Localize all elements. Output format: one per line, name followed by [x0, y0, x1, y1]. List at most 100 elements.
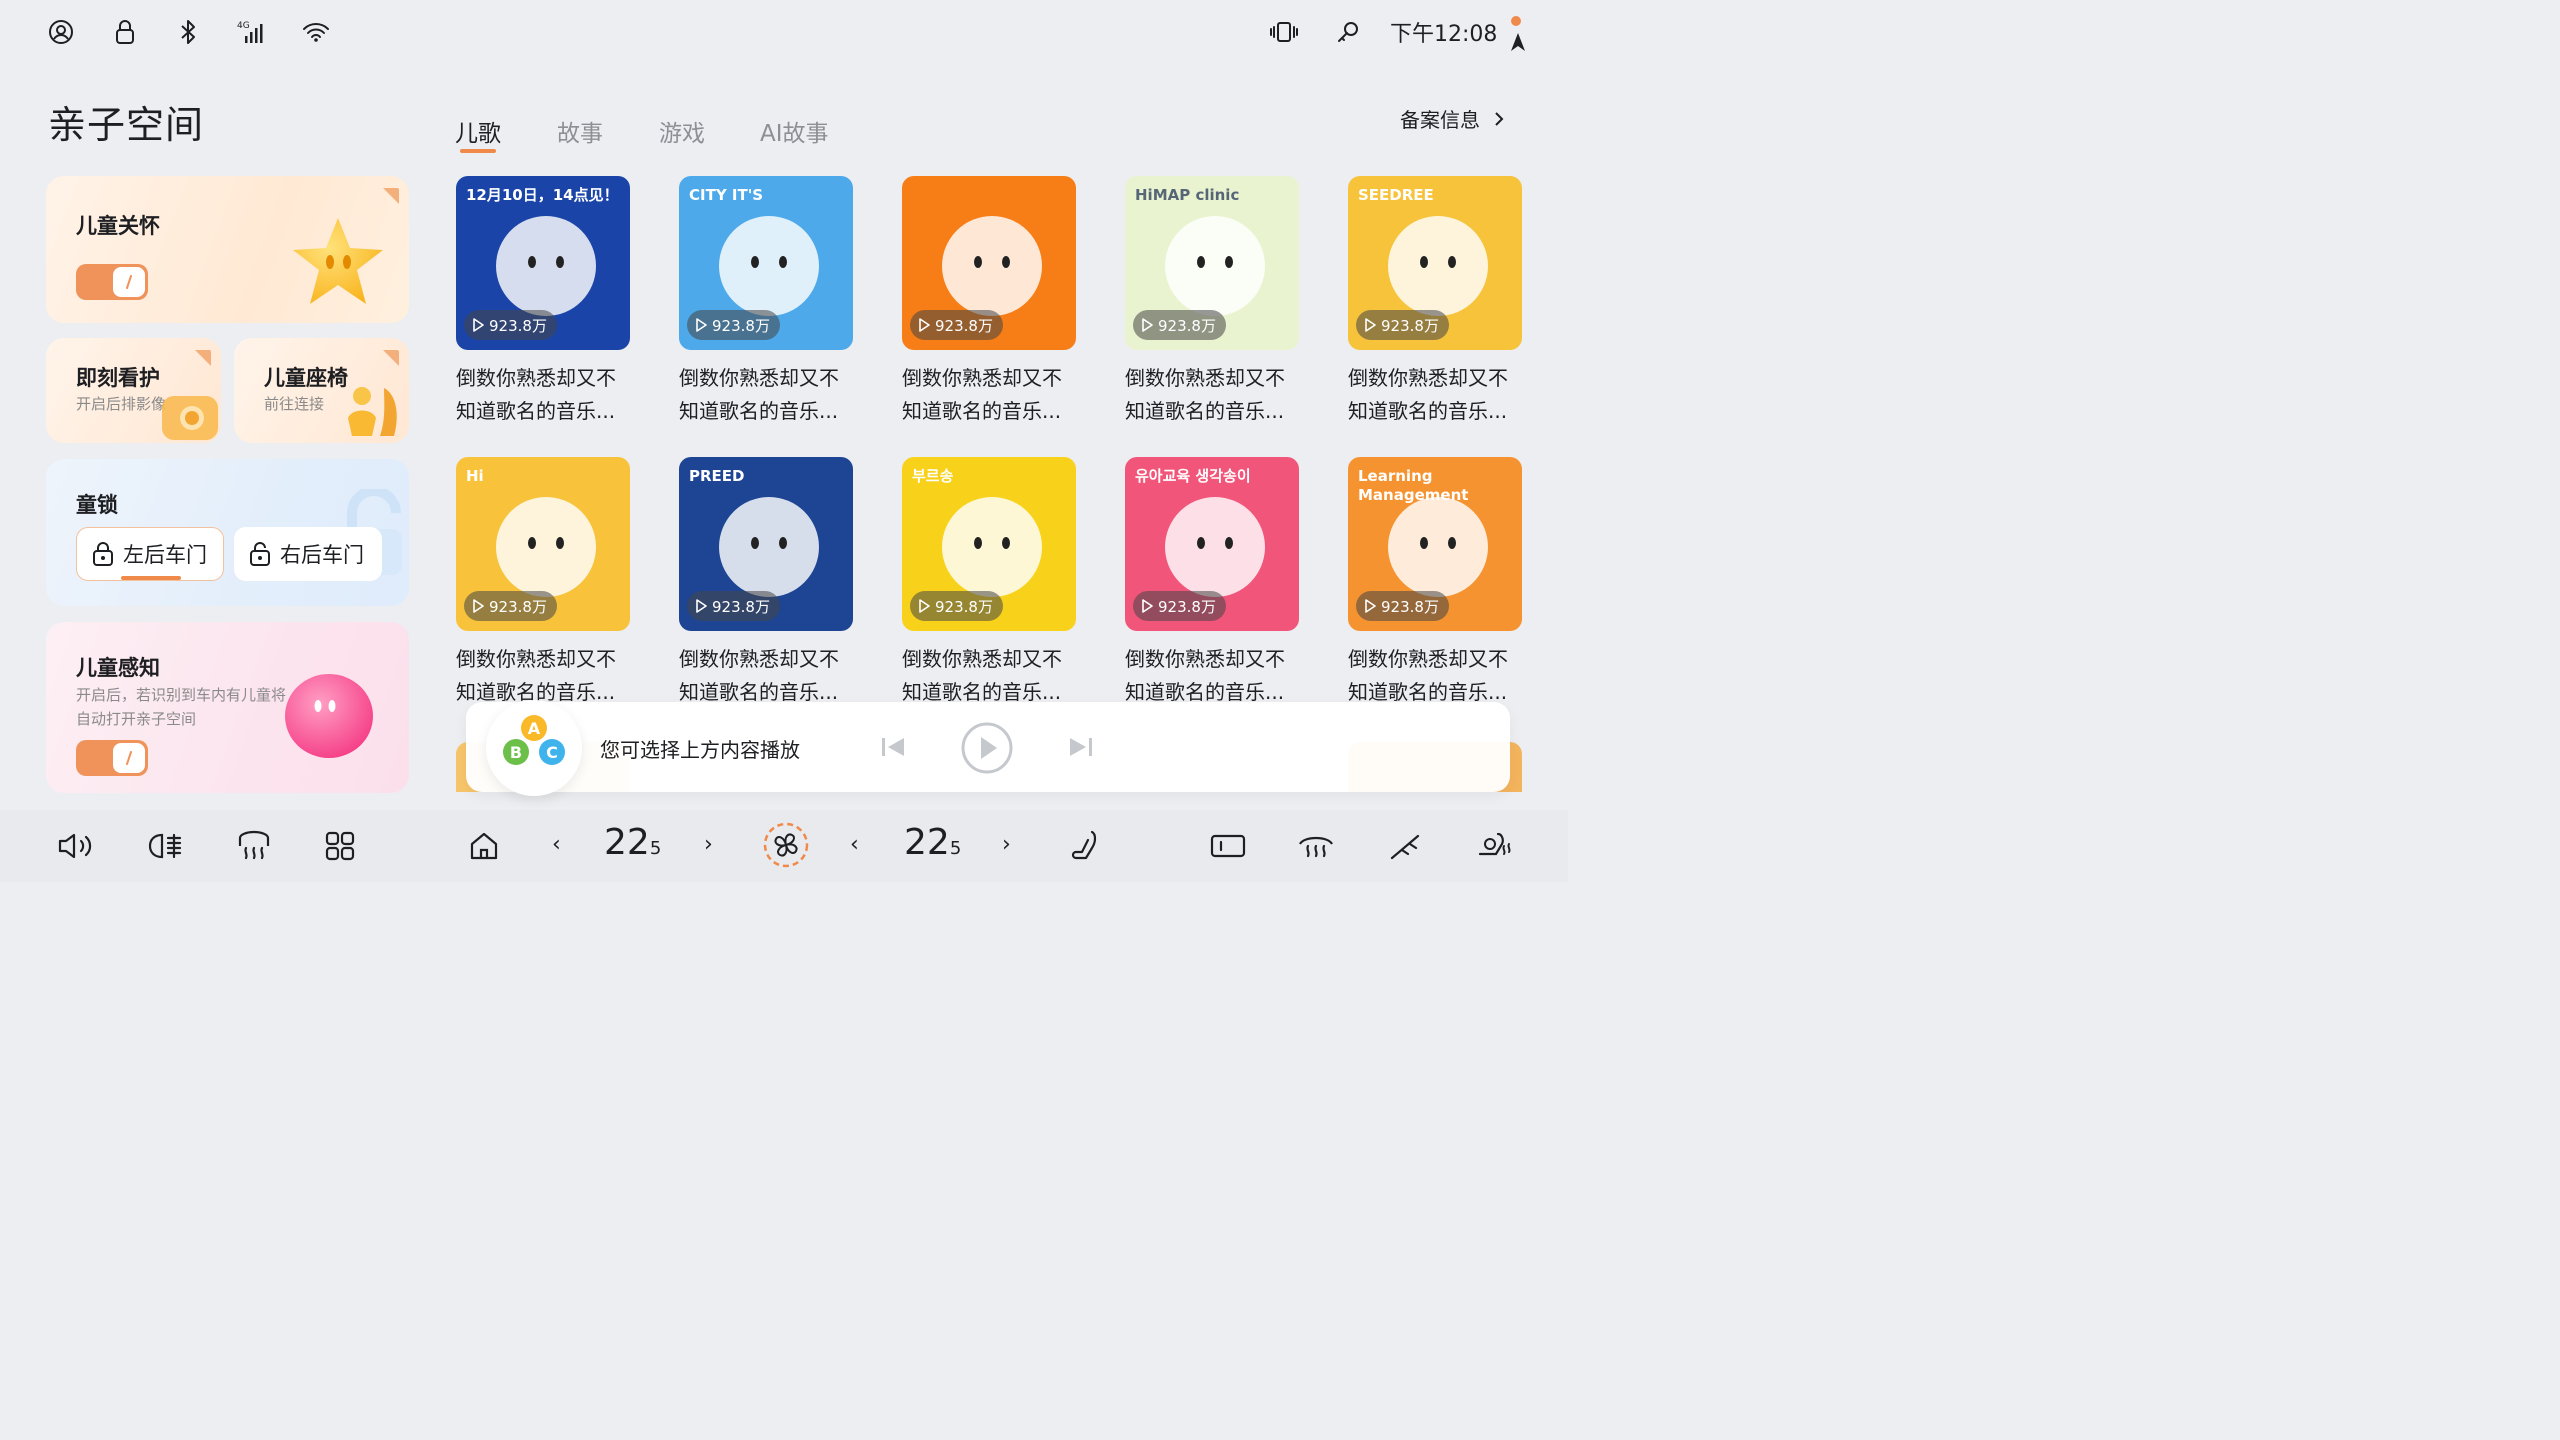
media-title[interactable]: 倒数你熟悉却又不知道歌名的音乐... — [1348, 643, 1522, 709]
headlight-icon[interactable] — [144, 826, 188, 866]
seat-heat-icon[interactable] — [1472, 826, 1516, 866]
cover-art[interactable]: 923.8万 — [902, 176, 1076, 350]
media-tile[interactable]: CITY IT'S 923.8万倒数你熟悉却又不知道歌名的音乐... — [679, 176, 853, 428]
cover-art[interactable]: SEEDREE 923.8万 — [1348, 176, 1522, 350]
tab-songs[interactable]: 儿歌 — [455, 114, 501, 148]
media-title[interactable]: 倒数你熟悉却又不知道歌名的音乐... — [456, 362, 630, 428]
child-seat-card[interactable]: 儿童座椅 前往连接 — [234, 338, 409, 443]
rear-defrost-icon[interactable] — [232, 826, 276, 866]
child-sense-toggle[interactable] — [76, 740, 148, 776]
media-tile[interactable]: 유아교육 생각송이 923.8万倒数你熟悉却又不知道歌名的音乐... — [1125, 457, 1299, 709]
home-icon[interactable] — [462, 826, 506, 866]
vibrate-icon[interactable] — [1266, 14, 1302, 50]
play-count-badge: 923.8万 — [464, 591, 557, 621]
media-tile[interactable]: HiMAP clinic 923.8万倒数你熟悉却又不知道歌名的音乐... — [1125, 176, 1299, 428]
right-temperature-integer: 22 — [904, 822, 950, 863]
player-prompt: 您可选择上方内容播放 — [600, 738, 800, 762]
child-sense-title: 儿童感知 — [76, 656, 160, 680]
corner-mark-icon — [383, 350, 399, 366]
tab-ai-stories[interactable]: AI故事 — [760, 114, 829, 148]
key-icon[interactable] — [1330, 14, 1366, 50]
mascot-eye — [751, 537, 759, 549]
account-icon[interactable] — [43, 14, 79, 50]
tab-games[interactable]: 游戏 — [659, 114, 705, 148]
media-tile[interactable]: Hi 923.8万 倒数你熟悉却又不知道歌名的音乐... — [456, 457, 630, 709]
mascot-eye — [1197, 537, 1205, 549]
mascot-shape — [942, 497, 1042, 597]
lock-icon[interactable] — [107, 14, 143, 50]
media-tile[interactable]: 12月10日，14点见！ 923.8万倒数你熟悉却又不知道歌名的音乐... — [456, 176, 630, 428]
cover-text: CITY IT'S — [689, 186, 764, 204]
mascot-eye — [556, 537, 564, 549]
media-title[interactable]: 倒数你熟悉却又不知道歌名的音乐... — [1125, 362, 1299, 428]
play-icon — [696, 599, 707, 613]
record-info-link[interactable]: 备案信息 — [1400, 104, 1504, 133]
media-title[interactable]: 倒数你熟悉却又不知道歌名的音乐... — [1348, 362, 1522, 428]
apps-grid-icon[interactable] — [318, 826, 362, 866]
wiper-icon[interactable] — [1384, 826, 1428, 866]
play-count: 923.8万 — [1381, 316, 1439, 335]
cover-art[interactable]: 유아교육 생각송이 923.8万 — [1125, 457, 1299, 631]
media-tile[interactable]: 부르송 923.8万倒数你熟悉却又不知道歌名的音乐... — [902, 457, 1076, 709]
play-icon — [473, 318, 484, 332]
media-title[interactable]: 倒数你熟悉却又不知道歌名的音乐... — [679, 643, 853, 709]
child-seat-icon — [348, 387, 397, 436]
media-title[interactable]: 倒数你熟悉却又不知道歌名的音乐... — [902, 643, 1076, 709]
child-care-title: 儿童关怀 — [76, 214, 160, 238]
front-defrost-icon[interactable] — [1294, 826, 1338, 866]
media-tile[interactable]: Learning Management 923.8万倒数你熟悉却又不知道歌名的音乐… — [1348, 457, 1522, 709]
cover-art[interactable]: CITY IT'S 923.8万 — [679, 176, 853, 350]
play-icon — [919, 599, 930, 613]
media-tile[interactable]: SEEDREE 923.8万倒数你熟悉却又不知道歌名的音乐... — [1348, 176, 1522, 428]
door-unlock-icon — [250, 542, 270, 566]
svg-text:4G: 4G — [237, 21, 250, 31]
play-icon — [1142, 318, 1153, 332]
left-temp-increase[interactable]: › — [704, 832, 713, 857]
media-title[interactable]: 倒数你熟悉却又不知道歌名的音乐... — [902, 362, 1076, 428]
play-icon — [919, 318, 930, 332]
wifi-icon[interactable] — [298, 14, 334, 50]
volume-icon[interactable] — [54, 826, 98, 866]
abc-blocks-icon: A B C — [503, 715, 565, 765]
next-track-icon[interactable] — [1068, 735, 1094, 759]
child-care-card[interactable]: 儿童关怀 — [46, 176, 409, 323]
child-lock-title: 童锁 — [76, 493, 118, 517]
right-temperature: 225 — [904, 822, 961, 863]
screen-icon[interactable] — [1206, 826, 1250, 866]
mascot-eye — [556, 256, 564, 268]
instant-watch-card[interactable]: 即刻看护 开启后排影像 — [46, 338, 221, 443]
tab-stories[interactable]: 故事 — [557, 114, 603, 148]
left-temp-decrease[interactable]: ‹ — [552, 832, 561, 857]
seat-icon[interactable] — [1064, 826, 1108, 866]
cover-text: 부르송 — [912, 467, 954, 485]
mascot-eye — [1225, 256, 1233, 268]
cover-art[interactable]: Hi 923.8万 — [456, 457, 630, 631]
left-rear-door-button[interactable]: 左后车门 — [76, 527, 224, 581]
cover-art[interactable]: PREED 923.8万 — [679, 457, 853, 631]
cover-art[interactable]: HiMAP clinic 923.8万 — [1125, 176, 1299, 350]
play-count-badge: 923.8万 — [687, 310, 780, 340]
mascot-eye — [1197, 256, 1205, 268]
bluetooth-icon[interactable] — [170, 14, 206, 50]
media-tile[interactable]: 923.8万倒数你熟悉却又不知道歌名的音乐... — [902, 176, 1076, 428]
previous-track-icon[interactable] — [880, 735, 906, 759]
cover-art[interactable]: 부르송 923.8万 — [902, 457, 1076, 631]
right-temp-increase[interactable]: › — [1002, 832, 1011, 857]
play-icon[interactable] — [960, 721, 1014, 775]
media-title[interactable]: 倒数你熟悉却又不知道歌名的音乐... — [1125, 643, 1299, 709]
play-count-badge: 923.8万 — [910, 310, 1003, 340]
mascot-eye — [528, 256, 536, 268]
cover-art[interactable]: 12月10日，14点见！ 923.8万 — [456, 176, 630, 350]
right-rear-door-button[interactable]: 右后车门 — [234, 527, 382, 581]
cover-art[interactable]: Learning Management 923.8万 — [1348, 457, 1522, 631]
clock: 下午12:08 — [1390, 22, 1498, 47]
mascot-shape — [719, 216, 819, 316]
child-care-toggle[interactable] — [76, 264, 148, 300]
media-tile[interactable]: PREED 923.8万倒数你熟悉却又不知道歌名的音乐... — [679, 457, 853, 709]
media-title[interactable]: 倒数你熟悉却又不知道歌名的音乐... — [679, 362, 853, 428]
fan-icon[interactable] — [762, 820, 810, 870]
play-icon — [1142, 599, 1153, 613]
right-temp-decrease[interactable]: ‹ — [850, 832, 859, 857]
mascot-eye — [751, 256, 759, 268]
cover-text: PREED — [689, 467, 745, 485]
